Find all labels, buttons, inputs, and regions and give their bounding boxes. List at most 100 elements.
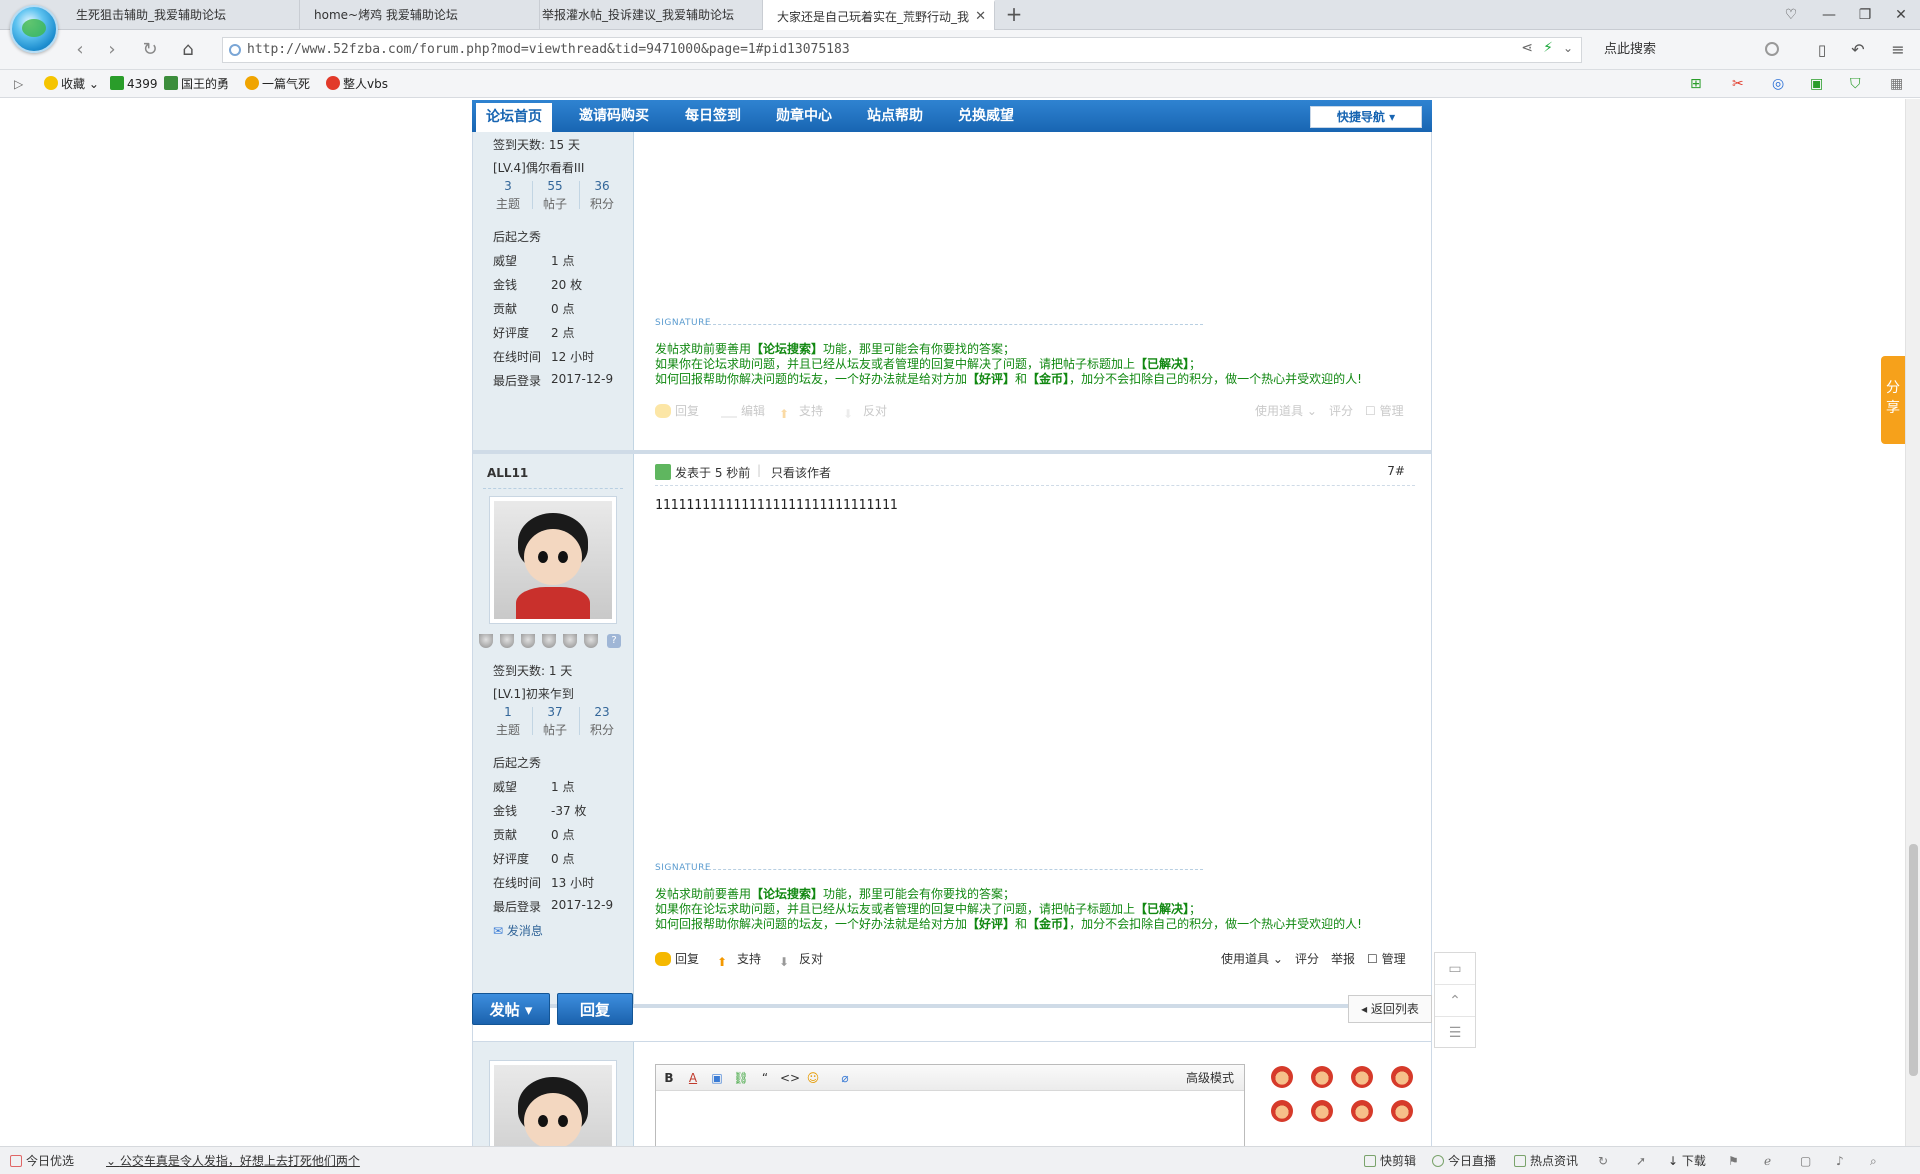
search-input[interactable]: 点此搜索 bbox=[1590, 37, 1785, 63]
bookmark-item[interactable]: 一篇气死 bbox=[245, 76, 310, 92]
live-link[interactable]: 今日直播 bbox=[1432, 1153, 1496, 1169]
phone-icon[interactable]: ▯ bbox=[1810, 38, 1834, 62]
floor-number[interactable]: 7# bbox=[1387, 464, 1405, 478]
restore-icon[interactable]: ❐ bbox=[1848, 0, 1882, 30]
smiley-icon[interactable] bbox=[1271, 1066, 1293, 1088]
smiley-icon[interactable] bbox=[1271, 1100, 1293, 1122]
bookmark-item[interactable]: 整人vbs bbox=[326, 76, 388, 92]
share-icon[interactable]: ⋖ bbox=[1521, 40, 1533, 56]
url-input[interactable]: http://www.52fzba.com/forum.php?mod=view… bbox=[222, 37, 1582, 63]
close-tab-icon[interactable]: ✕ bbox=[975, 2, 986, 30]
rate-link[interactable]: 评分 bbox=[1329, 400, 1353, 422]
quote-button[interactable]: “ bbox=[756, 1070, 774, 1086]
shield-icon[interactable]: ⛉ bbox=[1850, 76, 1861, 92]
stat-posts[interactable]: 37 帖子 bbox=[532, 703, 578, 739]
image-icon[interactable]: ▣ bbox=[708, 1070, 726, 1086]
oppose-link[interactable]: ⬇ 反对 bbox=[843, 400, 887, 422]
share-sidebar-button[interactable]: 分享 bbox=[1881, 356, 1905, 444]
rocket-icon[interactable]: ➚ bbox=[1636, 1153, 1646, 1169]
back-to-list-button[interactable]: ◂ 返回列表 bbox=[1348, 995, 1432, 1023]
medal-icon[interactable] bbox=[563, 634, 577, 648]
smiley-icon[interactable] bbox=[1351, 1066, 1373, 1088]
zoom-icon[interactable]: ◎ bbox=[1772, 76, 1784, 92]
back-to-top-icon[interactable]: ⌃ bbox=[1435, 985, 1475, 1017]
back-icon[interactable]: ‹ bbox=[68, 38, 92, 62]
bookmark-favorites[interactable]: 收藏 ⌄ bbox=[44, 76, 99, 92]
undo-icon[interactable]: ↶ bbox=[1846, 38, 1870, 62]
browser-tab-active[interactable]: 大家还是自己玩着实在_荒野行动_我 ✕ bbox=[763, 0, 995, 30]
refresh-status-icon[interactable]: ↻ bbox=[1598, 1153, 1608, 1169]
reply-link[interactable]: 回复 bbox=[655, 400, 699, 422]
author-name[interactable]: ALL11 bbox=[487, 466, 528, 480]
stat-points[interactable]: 36 积分 bbox=[579, 177, 625, 213]
support-link[interactable]: ⬆ 支持 bbox=[717, 948, 761, 970]
nav-exchange[interactable]: 兑换威望 bbox=[958, 100, 1014, 132]
medal-icon[interactable] bbox=[584, 634, 598, 648]
news-ticker[interactable]: ⌄ 公交车真是令人发指，好想上去打死他们两个 bbox=[106, 1153, 360, 1169]
report-link[interactable]: 举报 bbox=[1331, 948, 1355, 970]
only-author-link[interactable]: 只看该作者 bbox=[771, 464, 831, 481]
send-message-link[interactable]: ✉ 发消息 bbox=[493, 922, 543, 939]
medal-icon[interactable] bbox=[521, 634, 535, 648]
game-icon[interactable]: ▣ bbox=[1810, 76, 1823, 92]
reply-button[interactable]: 回复 bbox=[557, 993, 633, 1025]
nav-site-help[interactable]: 站点帮助 bbox=[867, 100, 923, 132]
list-icon[interactable]: ☰ bbox=[1435, 1017, 1475, 1049]
browser-tab[interactable]: home~烤鸡 我爱辅助论坛 bbox=[300, 0, 540, 30]
hot-news-link[interactable]: 热点资讯 bbox=[1514, 1153, 1578, 1169]
use-item-menu[interactable]: 使用道具 ⌄ bbox=[1221, 948, 1283, 970]
smiley-icon[interactable]: ☺ bbox=[804, 1070, 822, 1086]
home-icon[interactable]: ⌂ bbox=[176, 38, 200, 62]
speed-mode-icon[interactable]: ⚡ bbox=[1543, 40, 1553, 56]
flag-icon[interactable]: ⚑ bbox=[1728, 1153, 1739, 1169]
reply-link[interactable]: 回复 bbox=[655, 948, 699, 970]
medal-icon[interactable] bbox=[542, 634, 556, 648]
extension-icon[interactable]: ⊞ bbox=[1690, 76, 1702, 92]
ie-icon[interactable]: ℯ bbox=[1764, 1153, 1771, 1169]
stat-points[interactable]: 23 积分 bbox=[579, 703, 625, 739]
browser-logo-icon[interactable] bbox=[10, 5, 58, 53]
link-icon[interactable]: ⛓ bbox=[732, 1070, 750, 1086]
advanced-mode-link[interactable]: 高级模式 bbox=[1186, 1065, 1234, 1091]
reply-editor[interactable]: B A ▣ ⛓ “ <> ☺ ⌀ 高级模式 bbox=[655, 1064, 1245, 1146]
nav-medal-center[interactable]: 勋章中心 bbox=[776, 100, 832, 132]
browser-tab[interactable]: 生死狙击辅助_我爱辅助论坛 bbox=[62, 0, 300, 30]
smiley-icon[interactable] bbox=[1391, 1066, 1413, 1088]
smiley-icon[interactable] bbox=[1351, 1100, 1373, 1122]
font-color-icon[interactable]: A bbox=[684, 1070, 702, 1086]
code-button[interactable]: <> bbox=[780, 1070, 800, 1086]
sidebar-toggle-icon[interactable]: ▷ bbox=[14, 76, 23, 92]
screenshot-icon[interactable]: ✂ bbox=[1732, 76, 1744, 92]
stat-threads[interactable]: 1 主题 bbox=[485, 703, 531, 739]
smiley-icon[interactable] bbox=[1391, 1100, 1413, 1122]
edit-link[interactable]: 编辑 bbox=[721, 400, 765, 422]
stat-threads[interactable]: 3 主题 bbox=[485, 177, 531, 213]
manage-checkbox[interactable]: ☐ 管理 bbox=[1365, 400, 1404, 422]
forward-icon[interactable]: › bbox=[100, 38, 124, 62]
help-icon[interactable]: ? bbox=[607, 634, 621, 648]
quick-nav-button[interactable]: 快捷导航 ▾ bbox=[1310, 106, 1422, 128]
smiley-icon[interactable] bbox=[1311, 1066, 1333, 1088]
bookmark-item[interactable]: 4399 bbox=[110, 76, 158, 92]
oppose-link[interactable]: ⬇ 反对 bbox=[779, 948, 823, 970]
refresh-icon[interactable]: ↻ bbox=[138, 38, 162, 62]
new-post-button[interactable]: 发帖 ▾ bbox=[472, 993, 550, 1025]
quick-edit-link[interactable]: 快剪辑 bbox=[1364, 1153, 1416, 1169]
menu-icon[interactable]: ≡ bbox=[1886, 38, 1910, 62]
volume-icon[interactable]: ♪ bbox=[1836, 1153, 1844, 1169]
manage-checkbox[interactable]: ☐ 管理 bbox=[1367, 948, 1406, 970]
use-item-menu[interactable]: 使用道具 ⌄ bbox=[1255, 400, 1317, 422]
attachment-icon[interactable]: ⌀ bbox=[836, 1070, 854, 1086]
minimize-icon[interactable]: — bbox=[1812, 0, 1846, 30]
site-info-icon[interactable] bbox=[229, 44, 241, 56]
support-link[interactable]: ⬆ 支持 bbox=[779, 400, 823, 422]
bold-button[interactable]: B bbox=[660, 1070, 678, 1086]
nav-invite-code[interactable]: 邀请码购买 bbox=[579, 100, 649, 132]
bookmark-item[interactable]: 国王的勇 bbox=[164, 76, 229, 92]
new-tab-button[interactable]: + bbox=[1000, 0, 1028, 30]
page-scrollbar[interactable] bbox=[1905, 99, 1920, 1146]
smiley-icon[interactable] bbox=[1311, 1100, 1333, 1122]
apps-icon[interactable]: ▦ bbox=[1890, 76, 1903, 92]
medal-icon[interactable] bbox=[500, 634, 514, 648]
close-window-icon[interactable]: ✕ bbox=[1884, 0, 1918, 30]
